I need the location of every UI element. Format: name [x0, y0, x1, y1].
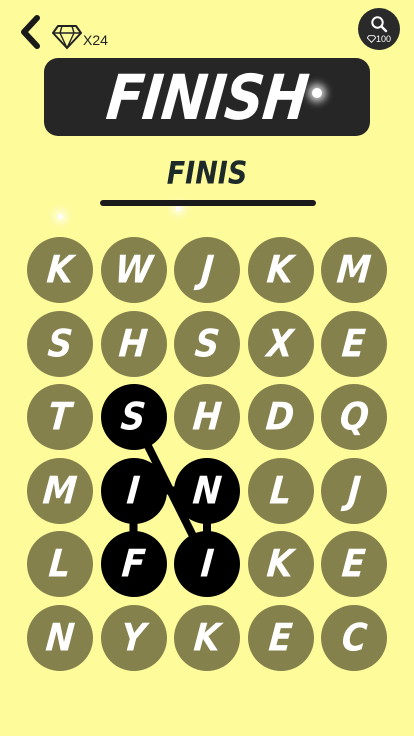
letter-tile[interactable]: L — [27, 531, 93, 597]
letter-tile[interactable]: I — [174, 531, 240, 597]
letter-tile[interactable]: E — [247, 604, 314, 671]
letter-tile[interactable]: S — [100, 384, 167, 450]
letter-tile-label: K — [265, 541, 296, 587]
letter-tile[interactable]: J — [321, 457, 387, 524]
letter-tile[interactable]: C — [321, 604, 387, 671]
letter-tile-label: L — [267, 468, 294, 513]
letter-tile[interactable]: S — [27, 310, 93, 377]
letter-tile-label: Q — [337, 394, 371, 440]
letter-tile[interactable]: K — [27, 237, 93, 303]
letter-tile[interactable]: H — [174, 384, 240, 450]
letter-tile[interactable]: M — [321, 237, 387, 303]
letter-tile[interactable]: Q — [321, 384, 387, 450]
letter-tile[interactable]: M — [27, 457, 93, 524]
letter-tile[interactable]: E — [321, 310, 387, 377]
letter-tile-label: J — [345, 468, 363, 513]
letter-tile[interactable]: X — [247, 310, 314, 377]
letter-tile-label: X — [265, 321, 296, 366]
letter-tile[interactable]: L — [247, 457, 314, 524]
letter-tile[interactable]: F — [100, 531, 167, 597]
letter-tile[interactable]: Y — [100, 604, 167, 671]
letter-tile-label: H — [190, 394, 224, 440]
letter-tile-label: S — [45, 321, 75, 366]
letter-tile-label: L — [47, 541, 73, 587]
letter-tile-label: H — [117, 321, 150, 366]
letter-tile-label: E — [340, 541, 368, 587]
letter-tile-label: M — [41, 468, 79, 513]
letter-tile-label: Y — [119, 615, 148, 660]
letter-tile-label: F — [119, 541, 148, 587]
letter-tile-label: S — [192, 321, 222, 366]
letter-tile[interactable]: K — [247, 237, 314, 303]
letter-tile-label: C — [339, 615, 369, 660]
letter-tile-label: N — [190, 468, 224, 513]
letter-tile[interactable]: E — [321, 531, 387, 597]
letter-tile[interactable]: K — [174, 604, 240, 671]
letter-tile-label: J — [198, 247, 216, 293]
letter-tile-label: S — [119, 394, 148, 440]
letter-tile[interactable]: I — [100, 457, 167, 524]
letter-tile-label: E — [340, 321, 368, 366]
letter-tile[interactable]: N — [174, 457, 240, 524]
letter-tile[interactable]: J — [174, 237, 240, 303]
letter-tile[interactable]: T — [27, 384, 93, 450]
letter-tile-label: D — [264, 394, 297, 440]
letter-tile-label: K — [265, 247, 296, 293]
letter-tile-label: T — [46, 394, 74, 440]
letter-tile-label: M — [335, 247, 373, 293]
letter-tile[interactable]: K — [247, 531, 314, 597]
letter-tile[interactable]: S — [174, 310, 240, 377]
letter-tile[interactable]: N — [27, 604, 93, 671]
letter-tile[interactable]: W — [100, 237, 167, 303]
letter-tile[interactable]: H — [100, 310, 167, 377]
letter-tile-label: K — [191, 615, 223, 660]
letter-grid: KWJKMSHSXETSHDQMINLJLFIKENYKEC — [0, 0, 414, 736]
letter-tile[interactable]: D — [247, 384, 314, 450]
letter-tile-label: I — [198, 541, 216, 587]
letter-tile-label: K — [44, 247, 76, 293]
letter-tile-label: W — [112, 247, 155, 293]
letter-tile-label: E — [266, 615, 295, 660]
letter-tile-label: I — [125, 468, 142, 513]
letter-tile-label: N — [43, 615, 77, 660]
